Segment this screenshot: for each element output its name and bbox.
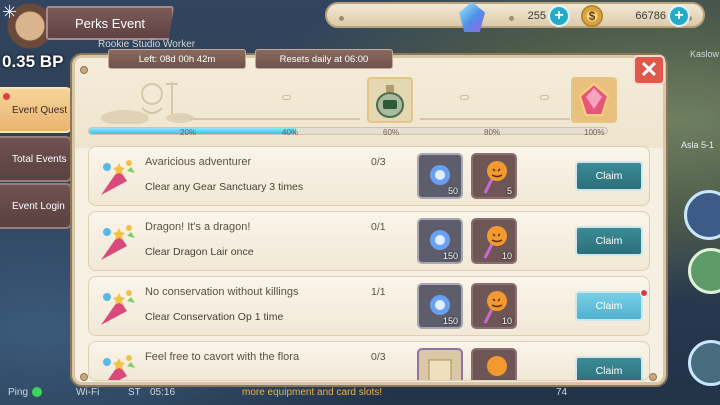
reward-pumpkin-item[interactable] (471, 348, 517, 380)
potion-bottle-icon (376, 85, 404, 118)
spiderweb-icon: ✳ (2, 2, 18, 22)
reward-crystal-item[interactable]: 150 (417, 218, 463, 264)
quest-row: Feel free to cavort with the flora 0/3 C… (88, 341, 650, 381)
progress-label: 100% (584, 128, 605, 137)
claim-label: Claim (595, 170, 623, 182)
reward-pumpkin-item[interactable]: 10 (471, 283, 517, 329)
add-gems-button[interactable]: + (548, 5, 570, 27)
milestone-reward-potion[interactable] (367, 77, 413, 123)
milestone-reward-gem[interactable] (571, 77, 617, 123)
bar-rivet (339, 16, 344, 21)
quest-title: Avaricious adventurer (145, 156, 252, 168)
claim-label: Claim (595, 300, 623, 312)
quest-title: Dragon! It's a dragon! (145, 221, 251, 233)
coin-count: 66786 (635, 10, 666, 22)
claim-button[interactable]: Claim (575, 161, 643, 191)
tab-label: Event Login (12, 200, 65, 212)
progress-label: 80% (484, 128, 501, 137)
quest-progress: 1/1 (371, 286, 386, 298)
pumpkin-wand-icon (487, 356, 507, 376)
quest-title: No conservation without killings (145, 286, 299, 298)
cloud-decoration-icon (282, 95, 291, 100)
panel-rivet (649, 373, 657, 381)
notice-marquee: more equipment and card slots! (242, 387, 383, 398)
reward-scroll-item[interactable] (417, 348, 463, 380)
gem-count: 255 (527, 10, 546, 22)
clock-label: 05:16 (150, 387, 176, 398)
map-label-kaslow: Kaslow (690, 49, 720, 59)
perks-event-title: Perks Event (46, 6, 174, 40)
cloud-decoration-icon (460, 95, 469, 100)
coin-icon: $ (581, 5, 603, 27)
tab-event-login[interactable]: Event Login (0, 183, 72, 229)
cloud-decoration-icon (540, 95, 549, 100)
quest-description: Clear Dragon Lair once (145, 246, 254, 258)
battery-label: ST (128, 387, 141, 398)
reward-quantity: 150 (442, 316, 458, 326)
quest-description: Clear any Gear Sanctuary 3 times (145, 181, 304, 193)
bp-label: 0.35 BP (2, 52, 64, 71)
tab-label: Total Events (12, 153, 67, 165)
time-left-label: Left: 08d 00h 42m (108, 49, 246, 69)
panel-rivet (80, 373, 88, 381)
progress-label: 20% (180, 128, 197, 137)
tab-event-quest[interactable]: Event Quest (0, 87, 72, 133)
reward-pumpkin-item[interactable]: 10 (471, 218, 517, 264)
party-popper-icon (101, 225, 135, 260)
quest-row: Avaricious adventurer Clear any Gear San… (88, 146, 650, 206)
scarecrow-decoration-icon (101, 82, 194, 124)
reward-crystal-item[interactable]: 150 (417, 283, 463, 329)
quest-row: No conservation without killings Clear C… (88, 276, 650, 336)
pink-crystal-icon (578, 82, 610, 116)
wifi-label: Wi-Fi (76, 387, 100, 398)
quest-title: Feel free to cavort with the flora (145, 351, 300, 363)
reward-quantity: 5 (506, 186, 512, 196)
reward-quantity: 50 (447, 186, 458, 196)
claim-button[interactable]: Claim (575, 289, 648, 321)
scroll-icon (428, 359, 452, 380)
quest-row: Dragon! It's a dragon! Clear Dragon Lair… (88, 211, 650, 271)
tab-label: Event Quest (12, 104, 68, 116)
progress-label: 60% (383, 128, 400, 137)
party-popper-icon (101, 290, 135, 325)
quest-progress: 0/1 (371, 221, 386, 233)
quest-progress: 0/3 (371, 351, 386, 363)
daily-reset-label: Resets daily at 06:00 (255, 49, 393, 69)
claim-button[interactable]: Claim (575, 226, 643, 256)
quest-progress: 0/3 (371, 156, 386, 168)
ping-label: Ping (8, 387, 29, 398)
status-number: 74 (556, 387, 568, 398)
reward-pumpkin-item[interactable]: 5 (471, 153, 517, 199)
add-coins-button[interactable]: + (668, 5, 690, 27)
fence-decoration (420, 118, 570, 120)
close-button[interactable]: ✕ (633, 55, 665, 85)
progress-label: 40% (282, 128, 299, 137)
notification-dot (3, 93, 10, 100)
fence-decoration (190, 118, 360, 120)
tab-total-events[interactable]: Total Events (0, 136, 72, 182)
ping-indicator-icon (32, 387, 42, 397)
notification-dot (640, 289, 648, 297)
reward-quantity: 150 (442, 251, 458, 261)
claim-label: Claim (595, 235, 623, 247)
map-label-asla: Asla 5-1 (681, 140, 715, 150)
reward-quantity: 10 (501, 316, 512, 326)
party-popper-icon (101, 160, 135, 195)
claim-label: Claim (595, 365, 623, 377)
reward-crystal-item[interactable]: 50 (417, 153, 463, 199)
panel-rivet (80, 66, 88, 74)
reward-quantity: 10 (501, 251, 512, 261)
claim-button[interactable]: Claim (575, 356, 643, 380)
party-popper-icon (103, 355, 135, 380)
progress-bar (88, 127, 608, 135)
quest-description: Clear Conservation Op 1 time (145, 311, 284, 323)
